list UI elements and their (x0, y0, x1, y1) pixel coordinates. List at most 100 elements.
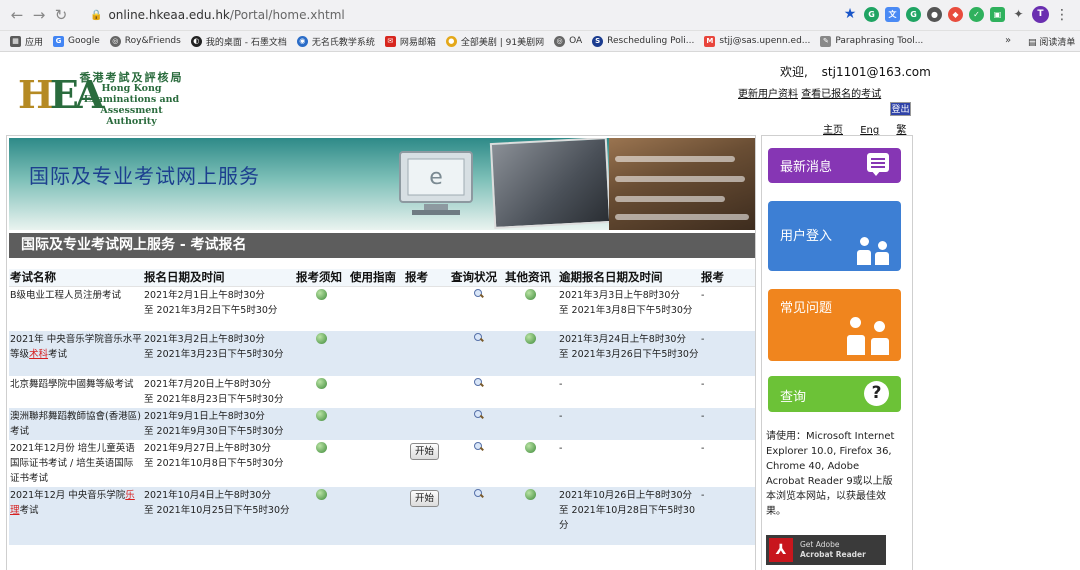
reading-list-button[interactable]: ▤ 阅读清单 (1028, 35, 1075, 48)
bookmark-roy-friends[interactable]: ◎ Roy&Friends (109, 35, 181, 47)
extension-icon[interactable]: ◆ (948, 7, 963, 22)
globe-icon[interactable] (525, 288, 536, 300)
extensions-row: ★ G 文 G ● ◆ ✓ ▣ ✦ T ⋮ (842, 6, 1069, 23)
globe-icon[interactable] (316, 489, 327, 500)
notice-cell (295, 286, 349, 331)
bookmark-google[interactable]: G Google (53, 35, 100, 47)
bookmark-rescheduling[interactable]: S Rescheduling Poli... (592, 35, 694, 47)
puzzle-extensions-icon[interactable]: ✦ (1011, 7, 1026, 22)
reload-icon[interactable]: ↻ (50, 6, 72, 24)
bookmark-gmail[interactable]: Mstjj@sas.upenn.ed... (704, 35, 810, 47)
grammarly-extension-icon[interactable]: G (906, 7, 921, 22)
acrobat-icon: ⅄ (769, 538, 793, 562)
translate-extension-icon[interactable]: 文 (885, 7, 900, 22)
menu-dots-icon[interactable]: ⋮ (1055, 7, 1069, 23)
start-apply-button[interactable]: 开始 (410, 443, 440, 460)
magnifier-icon[interactable] (473, 409, 485, 421)
get-adobe-reader-button[interactable]: ⅄ Get Adobe Acrobat Reader (766, 535, 886, 565)
apply-cell (404, 376, 450, 408)
grammarly-extension-icon[interactable]: G (864, 7, 879, 22)
other-info-cell (504, 408, 558, 440)
other-info-cell (504, 286, 558, 331)
extension-icon[interactable]: ✓ (969, 7, 984, 22)
bookmark-star-icon[interactable]: ★ (842, 7, 858, 22)
latest-news-tile[interactable]: 最新消息 (768, 148, 901, 183)
users-icon (857, 235, 893, 265)
globe-icon[interactable] (525, 489, 536, 500)
hkeaa-logo[interactable]: HEA 香港考試及評核局 Hong Kong Examinations and … (18, 70, 188, 127)
globe-icon[interactable] (316, 442, 327, 453)
address-bar[interactable]: 🔒 online.hkeaa.edu.hk/Portal/home.xhtml (86, 3, 836, 27)
apply-cell (404, 331, 450, 376)
bookmarks-overflow-icon[interactable]: » (1005, 35, 1011, 46)
bookmark-oa[interactable]: ◎ OA (554, 35, 582, 47)
back-arrow-icon[interactable]: ← (6, 6, 28, 24)
notice-cell (295, 408, 349, 440)
lock-icon: 🔒 (90, 9, 103, 21)
apply-cell: 开始 (404, 440, 450, 487)
faq-tile[interactable]: 常见问题 (768, 289, 901, 361)
query-label: 查询 (780, 390, 807, 405)
other-info-cell (504, 440, 558, 487)
apply-cell: 开始 (404, 487, 450, 545)
start-apply-button[interactable]: 开始 (410, 490, 440, 507)
magnifier-icon[interactable] (473, 488, 485, 500)
exam-name: 北京舞蹈學院中國舞等級考试 (9, 376, 143, 408)
exam-table: 考试名称 报名日期及时间 报考须知 使用指南 报考 查询状况 其他资讯 逾期报名… (9, 269, 755, 545)
other-info-cell (504, 331, 558, 376)
exam-name: 2021年 中央音乐学院音乐水平等级术科考试 (9, 331, 143, 376)
apply-cell (404, 286, 450, 331)
globe-icon[interactable] (316, 410, 327, 421)
guide-cell (349, 286, 404, 331)
query-tile[interactable]: 查询 ? (768, 376, 901, 412)
main-panel: 国际及专业考试网上服务 e 国际及专业考试网上服务 - 考试报名 考试名称 报名… (6, 135, 756, 570)
extension-icon[interactable]: ● (927, 7, 942, 22)
bookmark-apps[interactable]: ▦ 应用 (10, 35, 43, 48)
magnifier-icon[interactable] (473, 377, 485, 389)
view-registered-exams-link[interactable]: 查看已报名的考试 (801, 89, 881, 100)
user-email: stj1101@163.com (821, 65, 931, 79)
bookmark-shimo[interactable]: ◐ 我的桌面 - 石墨文档 (190, 35, 287, 48)
language-links: 主页 Eng 繁 (823, 121, 920, 136)
question-mark-icon: ? (864, 381, 889, 406)
globe-icon[interactable] (316, 333, 327, 344)
table-row: 2021年12月 中央音乐学院乐理考试 2021年10月4日上午8时30分至 2… (9, 487, 755, 545)
s-logo-icon: S (592, 35, 604, 47)
table-row: 北京舞蹈學院中國舞等級考试 2021年7月20日上午8时30分至 2021年8月… (9, 376, 755, 408)
reg-period: 2021年10月4日上午8时30分至 2021年10月25日下午5时30分 (143, 487, 295, 545)
bookmark-paraphrasing[interactable]: ✎ Paraphrasing Tool... (820, 35, 923, 47)
globe-icon[interactable] (316, 288, 327, 300)
forward-arrow-icon[interactable]: → (28, 6, 50, 24)
extension-icon[interactable]: ▣ (990, 7, 1005, 22)
bookmark-91mjw[interactable]: ● 全部美剧 | 91美剧网 (445, 35, 544, 48)
profile-avatar[interactable]: T (1032, 6, 1049, 23)
globe-icon[interactable] (525, 333, 536, 344)
notice-cell (295, 487, 349, 545)
magnifier-icon[interactable] (473, 288, 485, 300)
status-cell (450, 376, 504, 408)
magnifier-icon[interactable] (473, 332, 485, 344)
exam-photo-2 (609, 138, 755, 230)
user-login-tile[interactable]: 用户登入 (768, 201, 901, 271)
url-text: online.hkeaa.edu.hk/Portal/home.xhtml (108, 8, 345, 22)
logout-button[interactable]: 登出 (890, 102, 911, 116)
col-guide: 使用指南 (349, 269, 404, 287)
highlight-link[interactable]: 术科 (29, 349, 48, 360)
update-profile-link[interactable]: 更新用户资料 (738, 89, 798, 100)
account-links: 更新用户资料 查看已报名的考试 (738, 85, 881, 100)
side-panel: 最新消息 用户登入 常见问题 查询 ? 请使用：Microsoft Intern… (761, 135, 913, 570)
mail-icon: ✉ (384, 35, 396, 47)
exam-photo-1 (489, 138, 612, 230)
table-header-row: 考试名称 报名日期及时间 报考须知 使用指南 报考 查询状况 其他资讯 逾期报名… (9, 269, 755, 287)
bookmark-163-mail[interactable]: ✉ 网易邮箱 (384, 35, 436, 48)
table-row: B级电业工程人员注册考试 2021年2月1日上午8时30分至 2021年3月2日… (9, 286, 755, 331)
exam-name: 澳洲聯邦舞蹈教師協會(香港區)考试 (9, 408, 143, 440)
globe-icon[interactable] (316, 378, 327, 389)
magnifier-icon[interactable] (473, 441, 485, 453)
globe-icon[interactable] (525, 442, 536, 453)
col-notice: 报考须知 (295, 269, 349, 287)
status-cell (450, 331, 504, 376)
table-row: 2021年 中央音乐学院音乐水平等级术科考试 2021年3月2日上午8时30分至… (9, 331, 755, 376)
bookmark-teaching-system[interactable]: ◉ 无名氏教学系统 (296, 35, 375, 48)
notice-cell (295, 331, 349, 376)
